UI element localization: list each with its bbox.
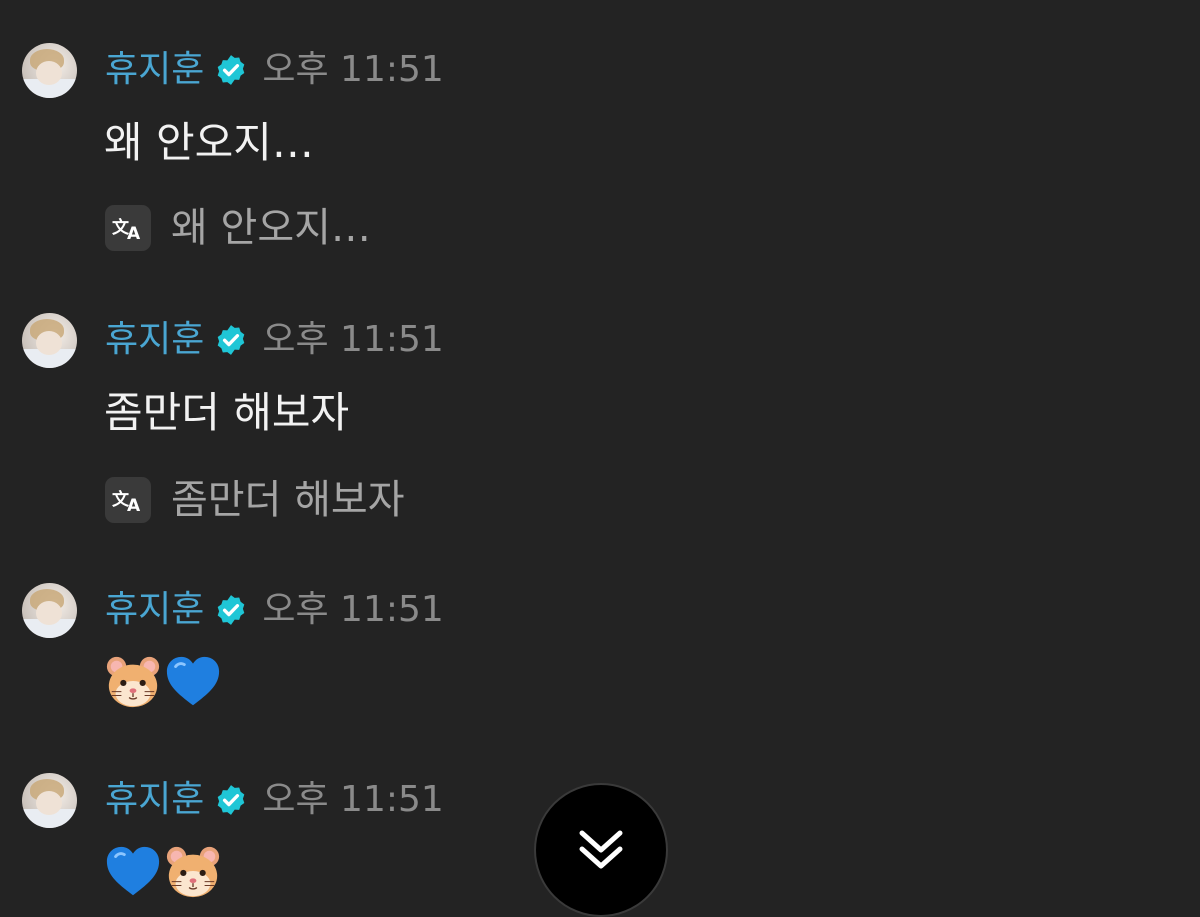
verified-badge-icon [218,55,245,85]
author-name[interactable]: 휴지훈 [105,315,204,365]
double-chevron-down-icon [579,830,623,869]
emoji-message [104,843,224,901]
avatar[interactable] [22,313,77,368]
timestamp: 오후 11:51 [262,49,444,90]
avatar[interactable] [22,773,77,828]
scroll-to-bottom-button[interactable] [534,783,668,917]
svg-text:A: A [127,224,141,241]
hamster-face-icon [106,656,160,708]
avatar[interactable] [22,43,77,98]
avatar[interactable] [22,583,77,638]
svg-text:A: A [127,496,141,513]
message-text: 왜 안오지… [104,118,314,167]
translation-text: 왜 안오지… [171,205,371,251]
blue-heart-icon [166,656,220,706]
emoji-message [104,653,224,711]
translation-text: 좀만더 해보자 [171,477,405,523]
message-text: 좀만더 해보자 [104,388,350,437]
hamster-face-icon [166,846,220,898]
timestamp: 오후 11:51 [262,589,444,630]
chat-feed: 휴지훈 오후 11:51 왜 안오지… 文 A 왜 안오지… 휴지훈 오후 11… [0,0,1200,917]
blue-heart-icon [106,846,160,896]
message-header: 휴지훈 오후 11:51 [105,45,444,95]
message-header: 휴지훈 오후 11:51 [105,775,444,825]
author-name[interactable]: 휴지훈 [105,585,204,635]
translation-row[interactable]: 文 A 좀만더 해보자 [105,475,405,525]
message-header: 휴지훈 오후 11:51 [105,585,444,635]
message-header: 휴지훈 오후 11:51 [105,315,444,365]
author-name[interactable]: 휴지훈 [105,45,204,95]
verified-badge-icon [218,785,245,815]
verified-badge-icon [218,325,245,355]
timestamp: 오후 11:51 [262,779,444,820]
timestamp: 오후 11:51 [262,319,444,360]
translate-icon[interactable]: 文 A [105,477,151,523]
verified-badge-icon [218,595,245,625]
translation-row[interactable]: 文 A 왜 안오지… [105,203,371,253]
author-name[interactable]: 휴지훈 [105,775,204,825]
translate-icon[interactable]: 文 A [105,205,151,251]
